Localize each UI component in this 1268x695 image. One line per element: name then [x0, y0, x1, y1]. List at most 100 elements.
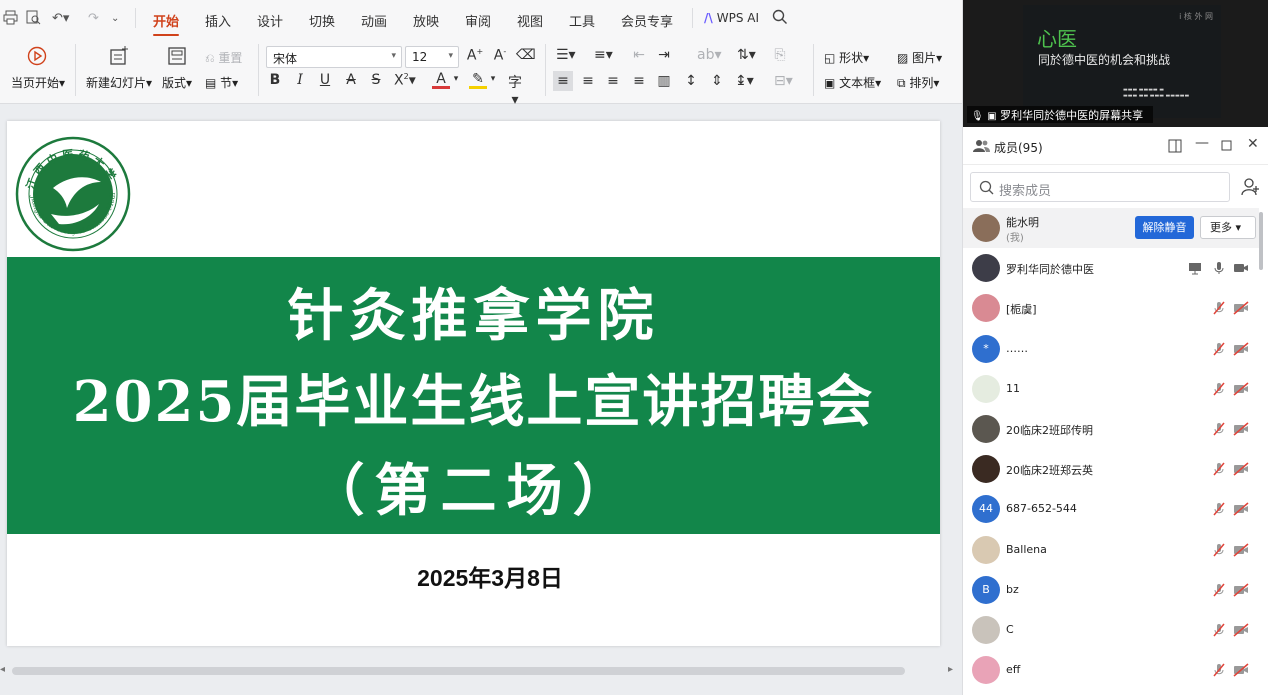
columns-icon[interactable]: ⊟▾	[774, 73, 793, 89]
shape-button[interactable]: ◱ 形状▾	[824, 49, 869, 66]
search-icon[interactable]	[772, 9, 788, 25]
tab-animation[interactable]: 动画	[361, 11, 387, 30]
mic-muted-icon[interactable]	[1212, 342, 1226, 356]
tab-slideshow[interactable]: 放映	[413, 11, 439, 30]
mic-muted-icon[interactable]	[1212, 543, 1226, 557]
undo-icon[interactable]: ↶▾	[52, 11, 69, 26]
tab-tools[interactable]: 工具	[569, 11, 595, 30]
camera-off-icon[interactable]	[1233, 543, 1249, 557]
layout-button[interactable]: 版式▾	[162, 74, 192, 91]
member-row[interactable]: Ballena	[963, 530, 1259, 570]
mic-muted-icon[interactable]	[1212, 382, 1226, 396]
mic-icon[interactable]	[1212, 261, 1226, 275]
scroll-left-icon[interactable]: ◂	[0, 664, 5, 675]
bold-icon[interactable]: B	[266, 72, 284, 88]
quick-access-dropdown-icon[interactable]: ⌄	[111, 13, 119, 24]
mic-muted-icon[interactable]	[1212, 583, 1226, 597]
camera-off-icon[interactable]	[1233, 663, 1249, 677]
camera-off-icon[interactable]	[1233, 342, 1249, 356]
distributed-icon[interactable]: ▥	[655, 73, 673, 89]
tab-member[interactable]: 会员专享	[621, 11, 673, 30]
mic-muted-icon[interactable]	[1212, 623, 1226, 637]
camera-off-icon[interactable]	[1233, 422, 1249, 436]
member-row[interactable]: 11	[963, 369, 1259, 409]
unmute-button[interactable]: 解除静音	[1135, 216, 1194, 239]
picture-button[interactable]: ▨ 图片▾	[897, 49, 942, 66]
member-row[interactable]: [栀虞]	[963, 288, 1259, 328]
horizontal-scrollbar[interactable]	[12, 667, 905, 675]
mic-muted-icon[interactable]	[1212, 301, 1226, 315]
mic-muted-icon[interactable]	[1212, 502, 1226, 516]
increase-font-icon[interactable]: A+	[466, 47, 484, 64]
member-row[interactable]: 能水明 (我) 解除静音 更多 ▾	[963, 208, 1259, 248]
align-center-icon[interactable]: ≡	[579, 73, 597, 89]
bullet-list-icon[interactable]: ☰▾	[556, 47, 576, 63]
camera-off-icon[interactable]	[1233, 382, 1249, 396]
member-row[interactable]: 罗利华同於德中医	[963, 248, 1259, 288]
from-current-button[interactable]: 当页开始▾	[11, 74, 65, 91]
decrease-indent-icon[interactable]: ⇤	[630, 47, 648, 63]
member-row[interactable]: 44 687-652-544	[963, 489, 1259, 529]
tab-home[interactable]: 开始	[153, 11, 180, 36]
line-spacing-icon[interactable]: ↕	[682, 73, 700, 89]
camera-off-icon[interactable]	[1233, 301, 1249, 315]
decrease-font-icon[interactable]: A-	[491, 47, 509, 64]
slide-canvas[interactable]: 江 西 中 医 药 大 学 Jiangxi University of Chin…	[7, 121, 940, 646]
font-name-select[interactable]: 宋体 ▾	[266, 46, 402, 68]
new-slide-icon[interactable]	[109, 46, 129, 66]
tab-view[interactable]: 视图	[517, 11, 543, 30]
split-view-icon[interactable]	[1168, 139, 1182, 153]
member-row[interactable]: C	[963, 610, 1259, 650]
italic-icon[interactable]: I	[291, 72, 309, 88]
section-button[interactable]: ▤ 节▾	[205, 74, 238, 91]
minimize-icon[interactable]: —	[1195, 135, 1209, 151]
convert-icon[interactable]: ⎘	[771, 47, 789, 63]
screen-share-thumbnail[interactable]: i 核 外 网 心医 同於德中医的机会和挑战 ▬▬▬ ▬▬▬▬ ▬ ▬▬▬ ▬▬ …	[963, 0, 1268, 127]
para-spacing-icon[interactable]: ⇕	[708, 73, 726, 89]
mic-muted-icon[interactable]	[1212, 663, 1226, 677]
font-size-select[interactable]: 12 ▾	[405, 46, 459, 68]
member-search-input[interactable]: 搜索成员	[970, 172, 1230, 202]
text-direction-icon[interactable]: ab▾	[697, 47, 722, 63]
font-color-dropdown-icon[interactable]: ▾	[447, 74, 465, 84]
strikethrough-icon[interactable]: A	[342, 72, 360, 88]
clear-format-icon[interactable]: ⌫	[516, 47, 536, 63]
tab-transitions[interactable]: 切换	[309, 11, 335, 30]
mic-muted-icon[interactable]	[1212, 462, 1226, 476]
print-icon[interactable]	[3, 10, 18, 25]
screen-share-icon[interactable]	[1188, 261, 1202, 275]
layout-icon[interactable]	[168, 47, 186, 65]
increase-indent-icon[interactable]: ⇥	[655, 47, 673, 63]
tab-design[interactable]: 设计	[257, 11, 283, 30]
camera-icon[interactable]	[1233, 261, 1249, 275]
scroll-right-icon[interactable]: ▸	[948, 664, 953, 675]
align-right-icon[interactable]: ≡	[604, 73, 622, 89]
textbox-button[interactable]: ▣ 文本框▾	[824, 74, 881, 91]
camera-off-icon[interactable]	[1233, 583, 1249, 597]
member-list-scrollbar[interactable]	[1259, 212, 1263, 270]
new-slide-button[interactable]: 新建幻灯片▾	[86, 74, 152, 91]
invite-member-icon[interactable]	[1241, 178, 1260, 196]
underline-icon[interactable]: U	[316, 72, 334, 88]
maximize-icon[interactable]	[1221, 140, 1232, 151]
close-icon[interactable]: ✕	[1247, 136, 1259, 152]
arrange-button[interactable]: ⧉ 排列▾	[897, 74, 939, 91]
camera-off-icon[interactable]	[1233, 623, 1249, 637]
tab-review[interactable]: 审阅	[465, 11, 491, 30]
wps-ai-button[interactable]: /\ WPS AI	[704, 11, 759, 25]
justify-icon[interactable]: ≡	[630, 73, 648, 89]
member-row[interactable]: 20临床2班郑云英	[963, 449, 1259, 489]
reset-button[interactable]: ⎌ 重置	[205, 49, 242, 66]
print-preview-icon[interactable]	[26, 10, 41, 25]
member-row[interactable]: 20临床2班邱传明	[963, 409, 1259, 449]
camera-off-icon[interactable]	[1233, 462, 1249, 476]
char-spacing-icon[interactable]: 字▾	[506, 72, 524, 108]
camera-off-icon[interactable]	[1233, 502, 1249, 516]
redo-icon[interactable]: ↷	[88, 11, 99, 26]
member-row[interactable]: Bbz	[963, 570, 1259, 610]
highlight-dropdown-icon[interactable]: ▾	[484, 74, 502, 84]
tab-insert[interactable]: 插入	[205, 11, 231, 30]
play-from-current-icon[interactable]	[27, 46, 47, 66]
align-left-icon[interactable]: ≡	[553, 71, 573, 91]
line-spacing-dropdown-icon[interactable]: ↨▾	[735, 73, 754, 89]
